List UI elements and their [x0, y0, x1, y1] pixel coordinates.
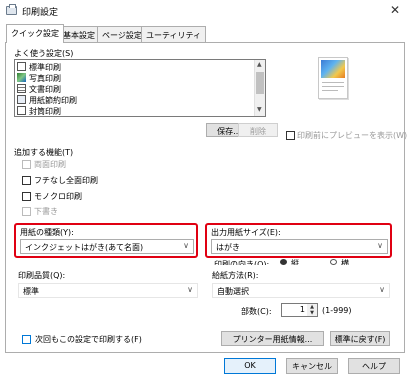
close-icon[interactable]: ✕ [388, 3, 402, 17]
paper-saving-icon [17, 95, 26, 104]
tab-quick-setup[interactable]: クイック設定 [6, 24, 64, 43]
text-document-icon [17, 84, 26, 93]
copies-range: (1-999) [322, 306, 352, 315]
always-print-checkbox[interactable] [22, 335, 31, 344]
duplex-checkbox[interactable] [22, 160, 31, 169]
chevron-down-icon: ∨ [187, 285, 193, 294]
feed-value: 自動選択 [217, 287, 249, 296]
photo-preview-image [321, 60, 345, 78]
output-size-value: はがき [216, 243, 240, 252]
monochrome-label: モノクロ印刷 [34, 192, 82, 201]
help-button[interactable]: ヘルプ [348, 358, 400, 374]
tab-main[interactable]: 基本設定 [58, 26, 100, 42]
preview-checkbox[interactable] [286, 131, 295, 140]
restore-defaults-button[interactable]: 標準に戻す(F) [330, 331, 390, 346]
cancel-button[interactable]: キャンセル [286, 358, 338, 374]
always-print-label: 次回もこの設定で印刷する(F) [35, 335, 142, 344]
list-item[interactable]: 封筒印刷 [17, 106, 61, 116]
landscape-label: 横 [341, 259, 349, 265]
additional-features-label: 追加する機能(T) [14, 148, 74, 157]
tab-page-setup[interactable]: ページ設定 [97, 26, 147, 42]
quality-label: 印刷品質(Q): [18, 271, 66, 280]
orientation-label: 印刷の向き(O): [214, 260, 270, 265]
copies-spinner[interactable]: ▲ ▼ [307, 304, 317, 316]
printer-icon [6, 4, 17, 15]
output-size-label: 出力用紙サイズ(E): [211, 228, 281, 237]
list-item[interactable]: 写真印刷 [17, 73, 61, 84]
list-item-label: 標準印刷 [29, 63, 61, 72]
output-size-select[interactable]: はがき ∨ [211, 239, 388, 254]
draft-label: 下書き [34, 207, 58, 216]
list-item-label: 用紙節約印刷 [29, 96, 77, 105]
window-title: 印刷設定 [22, 8, 59, 18]
list-item[interactable]: 用紙節約印刷 [17, 95, 77, 106]
chevron-down-icon: ∨ [379, 285, 385, 294]
list-item-label: 文書印刷 [29, 85, 61, 94]
scrollbar-thumb[interactable] [256, 72, 264, 94]
media-type-value: インクジェットはがき(あて名面) [25, 243, 144, 252]
monochrome-checkbox[interactable] [22, 192, 31, 201]
chevron-down-icon: ∨ [377, 241, 383, 250]
document-icon [17, 62, 26, 71]
delete-button[interactable]: 削除 [238, 123, 278, 137]
chevron-down-icon[interactable]: ▼ [257, 106, 262, 113]
tab-utility[interactable]: ユーティリティ [141, 26, 207, 42]
feed-label: 給紙方法(R): [212, 271, 259, 280]
media-type-select[interactable]: インクジェットはがき(あて名面) ∨ [20, 239, 194, 254]
title-bar: 印刷設定 ✕ [0, 0, 411, 22]
ok-button[interactable]: OK [224, 358, 276, 374]
quality-value: 標準 [23, 287, 39, 296]
landscape-radio[interactable] [330, 259, 337, 265]
favorites-label: よく使う設定(S) [14, 49, 74, 58]
portrait-radio[interactable] [280, 259, 287, 265]
preview-checkbox-label: 印刷前にプレビューを表示(W) [297, 131, 408, 140]
text-line [322, 90, 338, 91]
draft-checkbox[interactable] [22, 207, 31, 216]
feed-select[interactable]: 自動選択 ∨ [212, 283, 390, 298]
printer-paper-info-button[interactable]: プリンター用紙情報... [221, 331, 324, 346]
duplex-label: 両面印刷 [34, 160, 66, 169]
envelope-icon [17, 106, 26, 115]
borderless-label: フチなし全面印刷 [34, 176, 98, 185]
list-item-label: 封筒印刷 [29, 107, 61, 116]
favorites-list[interactable]: 標準印刷 写真印刷 文書印刷 用紙節約印刷 封筒印刷 ▲ ▼ [14, 59, 266, 117]
borderless-checkbox[interactable] [22, 176, 31, 185]
photo-icon [17, 73, 26, 82]
chevron-up-icon[interactable]: ▲ [257, 61, 262, 68]
copies-label: 部数(C): [241, 307, 272, 316]
quality-select[interactable]: 標準 ∨ [18, 283, 198, 298]
list-scrollbar[interactable]: ▲ ▼ [254, 60, 265, 116]
chevron-down-icon: ∨ [183, 241, 189, 250]
media-type-label: 用紙の種類(Y): [20, 228, 74, 237]
list-item[interactable]: 文書印刷 [17, 84, 61, 95]
list-item-label: 写真印刷 [29, 74, 61, 83]
text-line [322, 82, 344, 83]
text-line [322, 86, 344, 87]
portrait-label: 縦 [291, 259, 299, 265]
list-item[interactable]: 標準印刷 [17, 62, 61, 73]
